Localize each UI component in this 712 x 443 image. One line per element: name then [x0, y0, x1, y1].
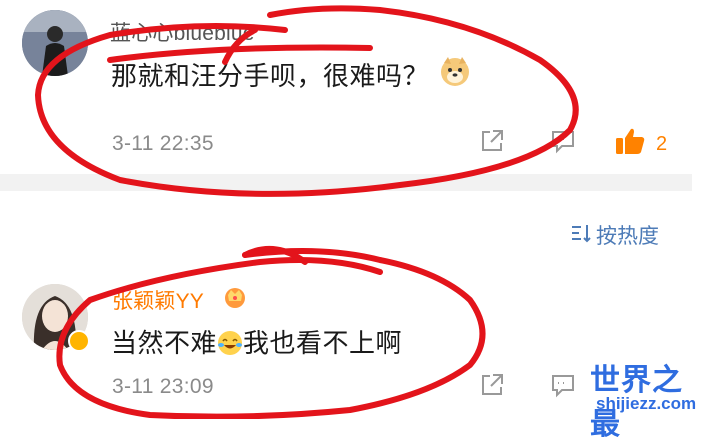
laugh-cry-emoji-icon — [217, 330, 243, 356]
comment-text-part: 当然不难 — [111, 328, 218, 358]
avatar[interactable] — [22, 10, 88, 76]
timestamp: 3-11 23:09 — [112, 375, 214, 398]
crown-badge-icon — [222, 283, 248, 314]
comment-text: 当然不难 我也看不上啊 — [111, 323, 402, 360]
comment-text: 那就和汪分手呗，很难吗？ — [111, 61, 430, 91]
username[interactable]: 蓝心心blueblue — [110, 17, 255, 47]
verified-badge-icon — [68, 330, 90, 352]
doge-emoji-icon — [439, 55, 471, 87]
like-count: 2 — [656, 133, 668, 155]
share-icon[interactable] — [479, 372, 505, 403]
sort-by-hot-button[interactable]: 按热度 — [571, 220, 659, 250]
comment-icon[interactable] — [550, 128, 576, 159]
sort-label: 按热度 — [596, 225, 659, 248]
comment-text-part: 我也看不上啊 — [243, 328, 403, 358]
username[interactable]: 张颖颖YY — [112, 285, 204, 315]
sort-icon — [571, 223, 593, 248]
share-icon[interactable] — [479, 128, 505, 159]
comment-icon[interactable] — [550, 372, 576, 403]
like-icon[interactable] — [614, 126, 646, 161]
timestamp: 3-11 22:35 — [112, 132, 214, 155]
section-divider — [0, 174, 692, 191]
watermark-url: shijiezz.com — [596, 394, 697, 413]
